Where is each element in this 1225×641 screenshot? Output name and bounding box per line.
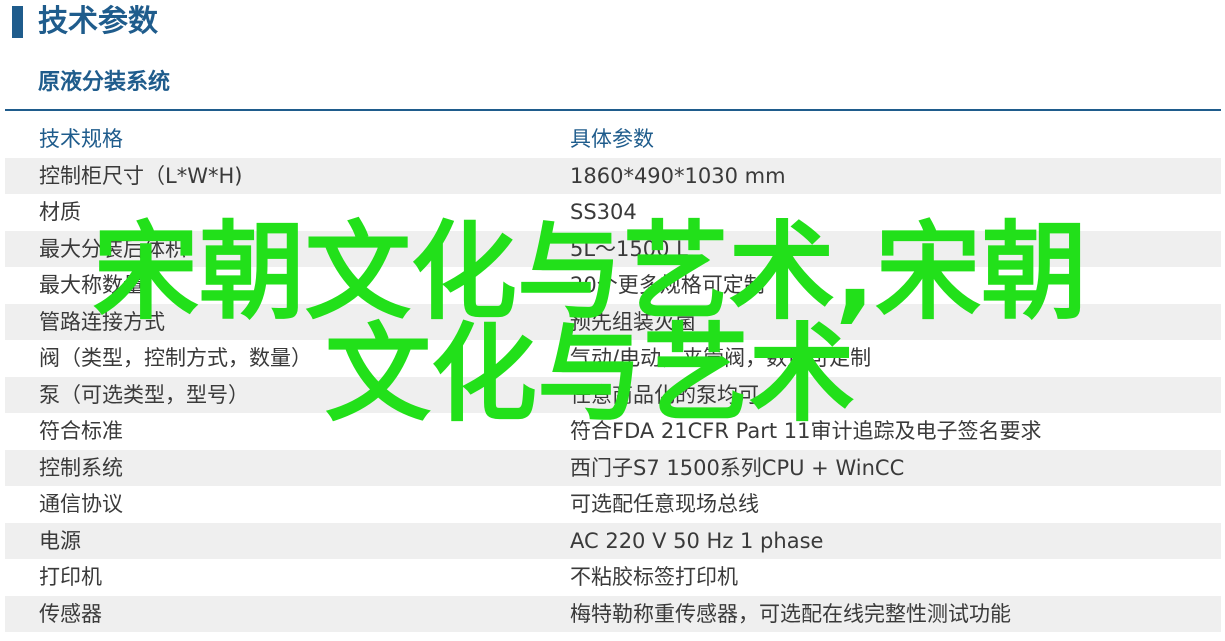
row-key: 通信协议 [39,492,123,516]
table-row: 电源 AC 220 V 50 Hz 1 phase [5,522,1221,559]
row-key: 控制系统 [39,455,123,480]
spec-table: 技术规格 具体参数 控制柜尺寸（L*W*H) 1860*490*1030 mm … [5,121,1221,632]
row-key: 最大称数量 [39,273,144,297]
page-title: 技术参数 [38,4,158,39]
table-header-row: 技术规格 具体参数 [5,121,1221,158]
row-key: 打印机 [39,565,102,589]
row-key: 泵（可选类型，型号） [39,382,249,407]
row-value: 任意商品化的泵均可 [570,382,759,407]
row-value: 20个更多规格可定制 [570,273,765,297]
table-row: 最大分装后体积 5L～1500 L [5,230,1221,267]
table-row: 管路连接方式 预先组装灭菌 [5,303,1221,340]
row-value: 预先组装灭菌 [570,309,696,334]
table-row: 材质 SS304 [5,194,1221,231]
table-row: 控制柜尺寸（L*W*H) 1860*490*1030 mm [5,157,1221,194]
row-value: 符合FDA 21CFR Part 11审计追踪及电子签名要求 [570,419,1042,443]
row-value: 1860*490*1030 mm [570,163,786,188]
row-value: SS304 [570,200,637,224]
row-key: 传感器 [39,601,102,626]
table-row: 打印机 不粘胶标签打印机 [5,559,1221,596]
section-divider [5,109,1221,111]
section-title: 原液分装系统 [38,70,171,95]
row-key: 控制柜尺寸（L*W*H) [39,163,243,188]
row-value: 5L～1500 L [570,236,688,261]
table-row: 通信协议 可选配任意现场总线 [5,486,1221,523]
row-value: 气动/电动，夹管阀，数量可定制 [570,346,872,370]
table-row: 泵（可选类型，型号） 任意商品化的泵均可 [5,376,1221,413]
row-key: 电源 [39,528,81,553]
row-value: 可选配任意现场总线 [570,492,759,516]
row-key: 材质 [39,200,81,224]
row-value: 梅特勒称重传感器，可选配在线完整性测试功能 [570,601,1011,626]
table-row: 阀（类型，控制方式，数量） 气动/电动，夹管阀，数量可定制 [5,340,1221,377]
row-value: AC 220 V 50 Hz 1 phase [570,528,824,553]
column-header-params: 具体参数 [570,127,654,151]
table-row: 传感器 梅特勒称重传感器，可选配在线完整性测试功能 [5,595,1221,632]
row-key: 管路连接方式 [39,309,165,334]
table-row: 控制系统 西门子S7 1500系列CPU + WinCC [5,449,1221,486]
title-accent-bar [12,6,23,38]
table-row: 符合标准 符合FDA 21CFR Part 11审计追踪及电子签名要求 [5,413,1221,450]
row-key: 符合标准 [39,419,123,443]
column-header-spec: 技术规格 [39,127,123,151]
row-key: 阀（类型，控制方式，数量） [39,346,312,370]
table-row: 最大称数量 20个更多规格可定制 [5,267,1221,304]
row-key: 最大分装后体积 [39,236,186,261]
row-value: 不粘胶标签打印机 [570,565,738,589]
row-value: 西门子S7 1500系列CPU + WinCC [570,455,905,480]
